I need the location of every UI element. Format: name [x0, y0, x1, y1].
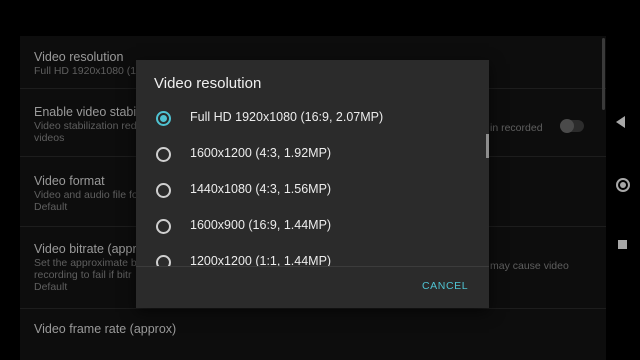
option-label: 1440x1080 (4:3, 1.56MP): [190, 182, 332, 196]
setting-subtitle-fragment: in recorded: [490, 122, 543, 134]
option-label: 1600x1200 (4:3, 1.92MP): [190, 146, 332, 160]
setting-video-frame-rate[interactable]: Video frame rate (approx): [34, 322, 596, 337]
stabilization-toggle[interactable]: [560, 119, 584, 133]
video-resolution-dialog: Video resolution Full HD 1920x1080 (16:9…: [136, 60, 489, 308]
radio-button[interactable]: [156, 219, 171, 234]
resolution-option[interactable]: 1600x900 (16:9, 1.44MP): [136, 208, 489, 244]
cancel-button[interactable]: CANCEL: [422, 280, 468, 292]
back-icon[interactable]: [616, 116, 625, 128]
recents-icon[interactable]: [618, 240, 627, 249]
option-label: Full HD 1920x1080 (16:9, 2.07MP): [190, 110, 384, 124]
resolution-option[interactable]: 1200x1200 (1:1, 1.44MP): [136, 244, 489, 266]
resolution-options-list: Full HD 1920x1080 (16:9, 2.07MP) 1600x12…: [136, 100, 489, 266]
dialog-scrollbar[interactable]: [486, 134, 489, 158]
option-label: 1600x900 (16:9, 1.44MP): [190, 218, 332, 232]
settings-scrollbar[interactable]: [602, 38, 605, 110]
home-icon[interactable]: [616, 178, 630, 192]
setting-title: Video frame rate (approx): [34, 322, 177, 336]
resolution-option[interactable]: 1440x1080 (4:3, 1.56MP): [136, 172, 489, 208]
dialog-divider: [136, 266, 489, 267]
radio-button-checked[interactable]: [156, 111, 171, 126]
radio-button[interactable]: [156, 255, 171, 266]
setting-subtitle-fragment: may cause video: [490, 260, 569, 272]
option-label: 1200x1200 (1:1, 1.44MP): [190, 254, 332, 266]
resolution-option[interactable]: Full HD 1920x1080 (16:9, 2.07MP): [136, 100, 489, 136]
resolution-option[interactable]: 1600x1200 (4:3, 1.92MP): [136, 136, 489, 172]
radio-button[interactable]: [156, 183, 171, 198]
dialog-title: Video resolution: [154, 75, 262, 92]
radio-button[interactable]: [156, 147, 171, 162]
divider: [20, 308, 606, 309]
